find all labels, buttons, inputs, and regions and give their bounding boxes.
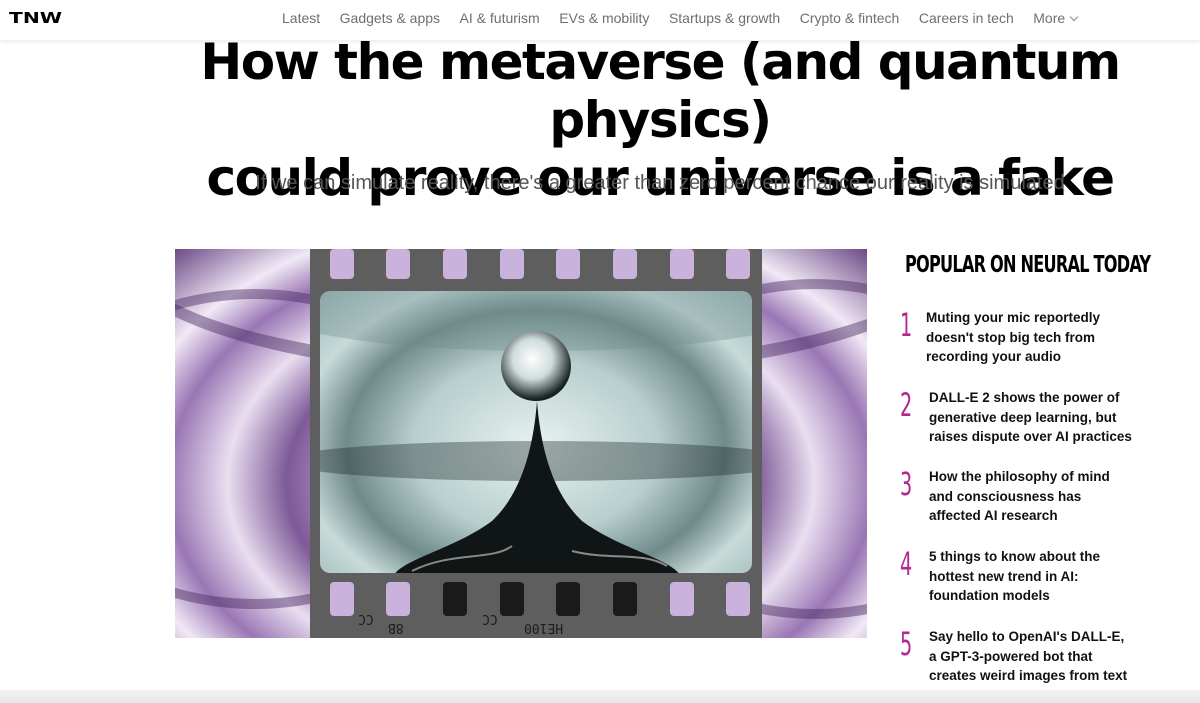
film-hole: [443, 249, 467, 279]
water-drop: [501, 331, 571, 401]
film-hole: [556, 249, 580, 279]
bottom-divider: [0, 690, 1200, 703]
film-hole: [443, 582, 467, 616]
nav-item-ai-futurism[interactable]: AI & futurism: [460, 10, 540, 26]
film-hole: [330, 249, 354, 279]
popular-item-link[interactable]: How the philosophy of mind and conscious…: [929, 467, 1132, 526]
popular-item-number: 1: [900, 306, 913, 344]
main-nav: Latest Gadgets & apps AI & futurism EVs …: [282, 0, 1097, 36]
film-hole: [613, 582, 637, 616]
article-title-line-1: How the metaverse (and quantum physics): [200, 33, 1121, 149]
film-hole: [330, 582, 354, 616]
nav-item-crypto-fintech[interactable]: Crypto & fintech: [800, 10, 900, 26]
film-code: 8B: [388, 620, 404, 635]
film-hole: [386, 249, 410, 279]
water-splash: [395, 401, 679, 573]
film-code: HE100: [524, 620, 564, 635]
film-hole: [500, 249, 524, 279]
nav-item-evs-mobility[interactable]: EVs & mobility: [559, 10, 649, 26]
nav-more-label: More: [1033, 10, 1066, 26]
popular-item-number: 4: [900, 545, 913, 583]
nav-item-gadgets-apps[interactable]: Gadgets & apps: [340, 10, 440, 26]
film-hole: [386, 582, 410, 616]
article-subtitle: If we can simulate reality, there's a gr…: [255, 172, 1065, 194]
popular-item-link[interactable]: 5 things to know about the hottest new t…: [929, 547, 1132, 606]
film-hole: [726, 582, 750, 616]
film-hole: [556, 582, 580, 616]
film-hole: [670, 249, 694, 279]
film-hole: [670, 582, 694, 616]
popular-item-number: 5: [900, 625, 913, 663]
film-hole: [613, 249, 637, 279]
popular-section-title: POPULAR ON NEURAL TODAY: [905, 252, 1151, 278]
nav-item-latest[interactable]: Latest: [282, 10, 320, 26]
film-code: CC: [358, 611, 374, 626]
film-hole: [500, 582, 524, 616]
film-frame: [320, 291, 752, 573]
nav-item-careers-in-tech[interactable]: Careers in tech: [919, 10, 1014, 26]
article-hero-image: CC 8B CC HE100: [175, 249, 867, 638]
chevron-down-icon: [1069, 12, 1079, 21]
film-code: CC: [482, 611, 498, 626]
site-logo[interactable]: TNW: [9, 9, 62, 27]
film-hole: [726, 249, 750, 279]
popular-item-number: 3: [900, 465, 913, 503]
nav-more-dropdown[interactable]: More: [1033, 10, 1079, 26]
popular-item-link[interactable]: Say hello to OpenAI's DALL-E, a GPT-3-po…: [929, 627, 1132, 686]
top-navigation-bar: TNW Latest Gadgets & apps AI & futurism …: [0, 0, 1200, 40]
nav-item-startups-growth[interactable]: Startups & growth: [669, 10, 780, 26]
popular-item-link[interactable]: DALL-E 2 shows the power of generative d…: [929, 388, 1132, 447]
popular-item-link[interactable]: Muting your mic reportedly doesn't stop …: [926, 308, 1129, 367]
popular-item-number: 2: [900, 386, 913, 424]
